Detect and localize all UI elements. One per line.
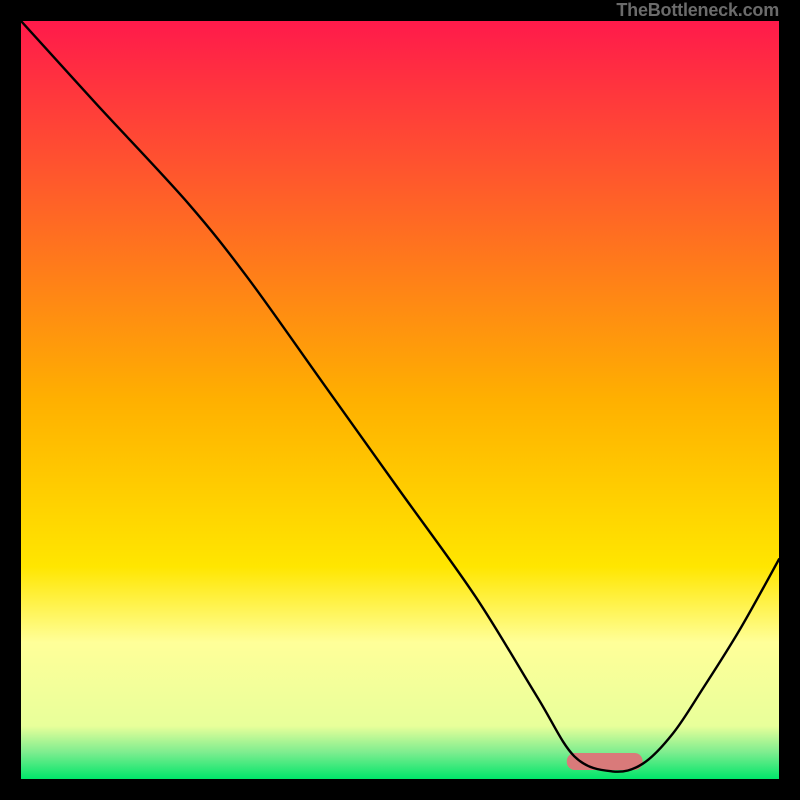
chart-frame: TheBottleneck.com xyxy=(0,0,800,800)
watermark-label: TheBottleneck.com xyxy=(616,0,779,21)
bottleneck-chart xyxy=(21,21,779,779)
plot-area xyxy=(21,21,779,779)
optimal-range-marker xyxy=(567,753,643,770)
gradient-background xyxy=(21,21,779,779)
